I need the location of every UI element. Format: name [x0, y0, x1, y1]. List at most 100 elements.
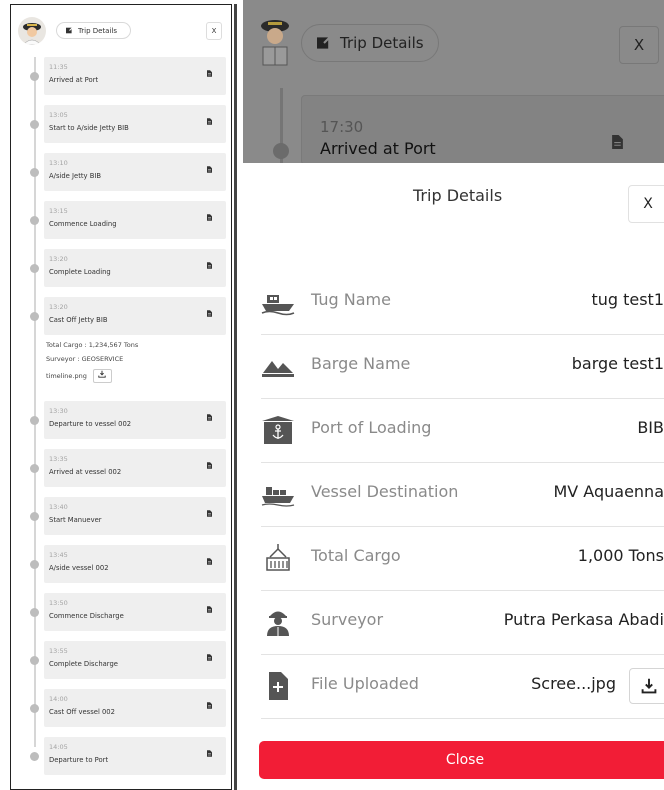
bg-close-button: X: [619, 26, 659, 64]
timeline-dot: [30, 512, 39, 521]
download-button[interactable]: [92, 369, 112, 383]
timeline-label: Complete Discharge: [49, 660, 118, 668]
timeline-item[interactable]: 13:30 Departure to vessel 002: [44, 401, 226, 439]
document-icon: [207, 558, 212, 565]
timeline-item[interactable]: 14:05 Departure to Port: [44, 737, 226, 775]
timeline-item[interactable]: 13:20 Cast Off Jetty BIB: [44, 297, 226, 335]
timeline-label: Complete Loading: [49, 268, 111, 276]
timeline-dot: [30, 464, 39, 473]
timeline-item[interactable]: 13:15 Commence Loading: [44, 201, 226, 239]
file-add-icon: [261, 671, 295, 701]
timeline-label: Departure to vessel 002: [49, 420, 132, 428]
timeline-item[interactable]: 14:00 Cast Off vessel 002: [44, 689, 226, 727]
file-download-button[interactable]: [629, 668, 664, 704]
trip-details-button-label: Trip Details: [78, 26, 118, 35]
timeline-label: Start Manuever: [49, 516, 102, 524]
timeline-line: [34, 57, 36, 747]
trip-details-button[interactable]: Trip Details: [56, 22, 131, 39]
surveyor-text: Surveyor : GEOSERVICE: [46, 355, 124, 363]
bg-card-label: Arrived at Port: [320, 139, 436, 158]
detail-label: Vessel Destination: [311, 482, 459, 501]
document-icon: [207, 310, 212, 317]
detail-row: Port of Loading BIB: [261, 398, 664, 463]
download-icon: [98, 370, 107, 378]
document-icon: [207, 214, 212, 221]
detail-label: Tug Name: [311, 290, 391, 309]
bg-timeline-card: 17:30 Arrived at Port: [301, 95, 664, 165]
timeline-dot: [30, 312, 39, 321]
timeline-label: Start to A/side Jetty BIB: [49, 124, 129, 132]
timeline-time: 14:00: [49, 695, 68, 703]
document-icon: [207, 750, 212, 757]
timeline-label: Arrived at Port: [49, 76, 99, 84]
download-icon: [641, 678, 657, 694]
timeline-label: Cast Off vessel 002: [49, 708, 115, 716]
timeline-item[interactable]: 13:55 Complete Discharge: [44, 641, 226, 679]
left-header: Trip Details X: [11, 13, 231, 49]
timeline-time: 13:20: [49, 255, 68, 263]
document-icon: [207, 510, 212, 517]
file-name: timeline.png: [46, 372, 87, 380]
timeline-item[interactable]: 11:35 Arrived at Port: [44, 57, 226, 95]
file-attachment: timeline.png: [46, 369, 112, 383]
timeline-dot: [30, 416, 39, 425]
detail-row: File Uploaded Scree...jpg: [261, 654, 664, 719]
timeline-dot: [30, 120, 39, 129]
timeline-time: 13:45: [49, 551, 68, 559]
bg-title-label: Trip Details: [340, 34, 424, 52]
trip-details-modal: Trip Details X Tug Name tug test1 Barge Na…: [243, 163, 664, 790]
detail-value: MV Aquaenna: [553, 482, 664, 501]
timeline-time: 13:55: [49, 647, 68, 655]
surveyor-worker-icon: [261, 607, 295, 637]
timeline-label: Commence Loading: [49, 220, 117, 228]
timeline-dot: [30, 752, 39, 761]
timeline-item[interactable]: 13:05 Start to A/side Jetty BIB: [44, 105, 226, 143]
timeline-item[interactable]: 13:50 Commence Discharge: [44, 593, 226, 631]
file-uploaded-value: Scree...jpg: [531, 674, 616, 693]
document-icon: [207, 606, 212, 613]
timeline-item[interactable]: 13:45 A/side vessel 002: [44, 545, 226, 583]
timeline-dot: [30, 608, 39, 617]
timeline-label: Cast Off Jetty BIB: [49, 316, 108, 324]
modal-title: Trip Details: [413, 186, 503, 205]
timeline-item[interactable]: 13:10 A/side Jetty BIB: [44, 153, 226, 191]
detail-label: Total Cargo: [311, 546, 401, 565]
close-button[interactable]: Close: [259, 741, 664, 779]
timeline-time: 13:30: [49, 407, 68, 415]
timeline-time: 11:35: [49, 63, 68, 71]
timeline-item[interactable]: 13:40 Start Manuever: [44, 497, 226, 535]
timeline-time: 14:05: [49, 743, 68, 751]
timeline-dot: [30, 216, 39, 225]
timeline-dot: [30, 704, 39, 713]
left-close-button[interactable]: X: [206, 22, 222, 40]
detail-value: barge test1: [571, 354, 664, 373]
vessel-ship-icon: [261, 479, 295, 509]
timeline-dot: [30, 168, 39, 177]
total-cargo-text: Total Cargo : 1,234,567 Tons: [46, 341, 139, 349]
document-icon: [207, 262, 212, 269]
timeline-label: A/side vessel 002: [49, 564, 109, 572]
timeline-label: Arrived at vessel 002: [49, 468, 122, 476]
edit-icon: [66, 27, 73, 34]
detail-label: File Uploaded: [311, 674, 419, 693]
document-icon: [207, 118, 212, 125]
timeline-item[interactable]: 13:35 Arrived at vessel 002: [44, 449, 226, 487]
timeline-time: 13:40: [49, 503, 68, 511]
document-icon: [207, 654, 212, 661]
modal-close-x-button[interactable]: X: [628, 185, 664, 223]
detail-label: Surveyor: [311, 610, 384, 629]
barge-icon: [261, 351, 295, 381]
timeline-dot: [30, 72, 39, 81]
detail-label: Port of Loading: [311, 418, 432, 437]
detail-label: Barge Name: [311, 354, 411, 373]
document-icon: [207, 702, 212, 709]
detail-row: Total Cargo 1,000 Tons: [261, 526, 664, 591]
timeline-time: 13:35: [49, 455, 68, 463]
timeline-label: A/side Jetty BIB: [49, 172, 102, 180]
timeline-item[interactable]: 13:20 Complete Loading: [44, 249, 226, 287]
captain-avatar-large: [255, 12, 295, 68]
timeline-dot: [30, 560, 39, 569]
timeline-dot: [30, 656, 39, 665]
document-icon: [612, 135, 623, 149]
tug-boat-icon: [261, 287, 295, 317]
